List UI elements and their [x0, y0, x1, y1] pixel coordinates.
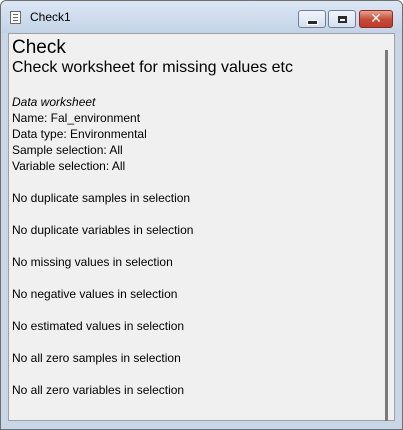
- close-icon: ✕: [370, 11, 382, 27]
- report-title: Check: [12, 37, 66, 58]
- check-result: No duplicate samples in selection: [12, 191, 191, 205]
- check-result: No all zero variables in selection: [12, 383, 185, 397]
- report-content: Check Check worksheet for missing values…: [12, 38, 376, 398]
- check-result: No missing values in selection: [12, 255, 173, 269]
- section-heading: Data worksheet: [12, 95, 96, 109]
- check-result: No all zero samples in selection: [12, 351, 181, 365]
- title-bar[interactable]: Check1 ✕: [1, 1, 402, 33]
- report-subtitle: Check worksheet for missing values etc: [12, 59, 293, 76]
- worksheet-name: Name: Fal_environment: [12, 111, 141, 125]
- document-icon[interactable]: [10, 11, 21, 24]
- report-panel: Check Check worksheet for missing values…: [8, 33, 395, 422]
- sample-selection: Sample selection: All: [12, 143, 123, 157]
- maximize-icon: [337, 15, 347, 23]
- window-bottom-border: [1, 421, 402, 429]
- minimize-button[interactable]: [298, 10, 326, 28]
- minimize-icon: [306, 19, 318, 25]
- check-result: No negative values in selection: [12, 287, 178, 301]
- maximize-button[interactable]: [328, 10, 356, 28]
- check-window: Check1 ✕ Check Check worksheet for missi…: [0, 0, 403, 430]
- window-title: Check1: [30, 10, 71, 24]
- vertical-scrollbar[interactable]: [385, 50, 388, 422]
- data-type: Data type: Environmental: [12, 127, 147, 141]
- close-button[interactable]: ✕: [359, 10, 393, 28]
- check-result: No duplicate variables in selection: [12, 223, 194, 237]
- check-result: No estimated values in selection: [12, 319, 185, 333]
- variable-selection: Variable selection: All: [12, 159, 126, 173]
